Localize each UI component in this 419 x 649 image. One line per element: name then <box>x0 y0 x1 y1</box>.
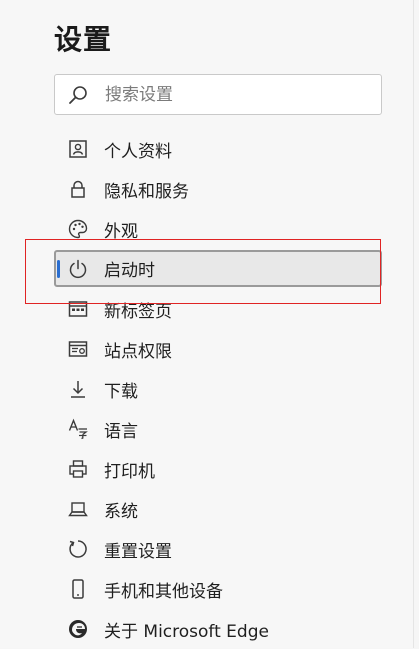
nav-item-label: 打印机 <box>104 461 155 482</box>
nav-item-label: 新标签页 <box>104 301 172 322</box>
nav-item-label: 外观 <box>104 221 138 242</box>
nav-item-privacy[interactable]: 隐私和服务 <box>54 169 382 209</box>
nav-item-label: 站点权限 <box>104 341 172 362</box>
power-icon <box>67 258 89 280</box>
edge-logo-icon <box>67 618 89 640</box>
nav-item-label: 关于 Microsoft Edge <box>104 621 269 642</box>
profile-icon <box>67 138 89 160</box>
nav-item-system[interactable]: 系统 <box>54 489 382 529</box>
nav-item-label: 隐私和服务 <box>104 181 189 202</box>
nav-item-on-startup[interactable]: 启动时 <box>54 250 382 287</box>
nav-item-label: 重置设置 <box>104 541 172 562</box>
nav-item-printers[interactable]: 打印机 <box>54 449 382 489</box>
nav-item-phone-devices[interactable]: 手机和其他设备 <box>54 569 382 609</box>
nav-item-downloads[interactable]: 下载 <box>54 369 382 409</box>
site-permissions-icon <box>67 338 89 360</box>
search-icon <box>67 84 89 106</box>
search-input[interactable] <box>105 83 365 107</box>
palette-icon <box>67 218 89 240</box>
phone-icon <box>67 578 89 600</box>
page-title: 设置 <box>54 23 113 56</box>
new-tab-icon <box>67 298 89 320</box>
nav-item-appearance[interactable]: 外观 <box>54 209 382 249</box>
settings-sidebar: 设置 个人资料 <box>0 0 414 648</box>
search-box[interactable] <box>54 74 382 115</box>
nav-item-profile[interactable]: 个人资料 <box>54 129 382 169</box>
nav-item-about[interactable]: 关于 Microsoft Edge <box>54 609 382 649</box>
nav-item-label: 手机和其他设备 <box>104 581 223 602</box>
nav-item-reset[interactable]: 重置设置 <box>54 529 382 569</box>
download-icon <box>67 378 89 400</box>
laptop-icon <box>67 498 89 520</box>
settings-nav: 个人资料 隐私和服务 外观 启动时 新标签页 站点权限 下载 语言 打印机 系统… <box>54 129 382 649</box>
language-icon <box>67 418 89 440</box>
printer-icon <box>67 458 89 480</box>
nav-item-label: 系统 <box>104 501 138 522</box>
lock-icon <box>67 178 89 200</box>
active-indicator <box>57 260 60 278</box>
nav-item-label: 启动时 <box>104 261 155 281</box>
nav-item-new-tab[interactable]: 新标签页 <box>54 289 382 329</box>
nav-item-label: 下载 <box>104 381 138 402</box>
reset-icon <box>67 538 89 560</box>
nav-item-languages[interactable]: 语言 <box>54 409 382 449</box>
nav-item-site-permissions[interactable]: 站点权限 <box>54 329 382 369</box>
nav-item-label: 语言 <box>104 421 138 442</box>
nav-item-label: 个人资料 <box>104 141 172 162</box>
